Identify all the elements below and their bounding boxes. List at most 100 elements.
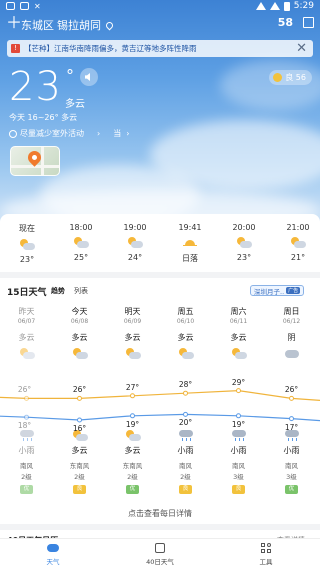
wind-level: 2级 [21, 473, 32, 481]
tab-weather[interactable]: 天气 [23, 542, 83, 566]
hourly-time: 21:00 [286, 223, 310, 232]
forecast-night[interactable]: 小雨 南风 2级良 [159, 430, 212, 494]
day-name: 周日 [283, 307, 300, 316]
aqi-badge: 良 [232, 485, 245, 494]
day-date: 06/12 [282, 318, 301, 325]
forecast-day[interactable]: 周六 06/11 多云 [212, 306, 265, 360]
day-name: 明天 [124, 307, 141, 316]
forecast-night[interactable]: 小雨南风 2级优 [0, 430, 53, 494]
alert-banner[interactable]: ! 【芒种】江南华南降雨偏多，黄吉辽等地多阵性降雨 ✕ [7, 40, 313, 57]
low-temp-line-point [130, 413, 135, 419]
tab-list[interactable]: 列表 [74, 286, 88, 296]
low-temp-line-point [183, 411, 188, 417]
day-name: 周六 [230, 307, 247, 316]
chevron-right-icon: › [126, 129, 130, 138]
day-condition: 多云 [18, 333, 35, 342]
wind-level: 2级 [74, 473, 85, 481]
forecast-night[interactable]: 多云 东南风 2级优 [106, 430, 159, 494]
high-temp-label: 27° [125, 382, 140, 392]
forecast-day[interactable]: 周五 06/10 多云 [159, 306, 212, 360]
forecast-night[interactable]: 多云 东南风 2级良 [53, 430, 106, 494]
high-temp-label: 26° [72, 385, 87, 395]
high-temp-line-point [183, 390, 188, 396]
day-name: 昨天 [18, 307, 35, 316]
location-pin-icon [104, 20, 115, 30]
current-temperature: 23 [9, 64, 62, 110]
alert-icon: ! [11, 44, 20, 53]
day-condition: 多云 [230, 333, 247, 342]
speaker-icon[interactable] [80, 68, 98, 86]
daily-detail-link[interactable]: 点击查看每日详情 [0, 508, 320, 519]
sunset-icon [182, 237, 198, 249]
location[interactable]: 东城区 锡拉胡同 [21, 17, 115, 33]
close-notification-icon: ✕ [34, 2, 41, 11]
share-icon[interactable] [303, 17, 314, 28]
close-icon[interactable]: ✕ [296, 41, 307, 56]
hourly-item: 21:00 21° [278, 223, 318, 262]
day-date: 06/09 [123, 318, 142, 325]
ad-badge[interactable]: 深圳月子.. 广告 [250, 285, 305, 296]
low-temp-label: 17° [284, 422, 299, 432]
rain-icon [19, 430, 35, 442]
hourly-item: 现在 23° [7, 223, 47, 264]
aqi-badge: 优 [285, 485, 298, 494]
forecast-day[interactable]: 周日 06/12 阴 [265, 306, 318, 360]
aqi-pill[interactable]: 良 56 [269, 70, 312, 85]
weather-icon [47, 542, 59, 554]
aqi-badge: 良 [73, 485, 86, 494]
high-temp-line-point [77, 395, 82, 401]
add-city-button[interactable]: ＋ [6, 13, 22, 33]
street: 锡拉胡同 [57, 19, 101, 32]
top-bar: ＋ 东城区 锡拉胡同 58 [0, 13, 320, 35]
status-time: 5:29 [293, 1, 314, 11]
tab-grid[interactable]: 工具 [236, 542, 296, 566]
high-temp-line-point [130, 393, 135, 399]
current-condition: 多云 [65, 99, 85, 110]
hourly-item: 18:00 25° [61, 223, 101, 262]
partly-cloudy-icon [19, 239, 35, 251]
tip[interactable]: 尽量减少室外活动 › 当 › [9, 128, 129, 139]
high-temp-line-point [236, 388, 241, 394]
low-temp-label: 20° [178, 418, 193, 428]
day-date: 06/08 [70, 318, 89, 325]
tab-calendar[interactable]: 40日天气 [130, 542, 190, 566]
hourly-item: 19:00 24° [115, 223, 155, 262]
notification-icon [6, 2, 15, 10]
hourly-forecast[interactable]: 现在 23° 18:00 25° 19:00 24° 19:41 日落 20:00 23° 21:0… [0, 214, 320, 270]
district: 东城区 [21, 19, 54, 32]
forecast-night[interactable]: 小雨 南风 3级良 [212, 430, 265, 494]
high-temp-line [0, 389, 320, 401]
hourly-item: 19:41 日落 [170, 223, 210, 264]
partly-cloudy-icon [127, 237, 143, 249]
tab-label: 工具 [259, 558, 273, 566]
rain-icon [178, 430, 194, 442]
aqi-badge: 优 [20, 485, 33, 494]
hourly-value: 24° [127, 253, 143, 262]
forecast-day[interactable]: 明天 06/09 多云 [106, 306, 159, 360]
high-temp-line-point [289, 395, 294, 401]
tip-extra: 当 [113, 129, 122, 138]
map-thumbnail[interactable] [10, 146, 60, 176]
low-temp-line [0, 413, 320, 422]
aqi-number[interactable]: 58 [278, 16, 293, 29]
tip-icon [9, 129, 17, 138]
wind-direction: 南风 [20, 462, 33, 470]
forecast-day[interactable]: 昨天 06/07 多云 [0, 306, 53, 360]
tab-label: 天气 [46, 558, 60, 566]
forecast-day[interactable]: 今天 06/08 多云 [53, 306, 106, 360]
divider [0, 524, 320, 530]
night-condition: 小雨 [283, 446, 300, 455]
partly-cloudy-icon [73, 237, 89, 249]
low-temp-label: 19° [231, 419, 246, 429]
forecast-night[interactable]: 小雨 南风 3级优 [265, 430, 318, 494]
night-condition: 小雨 [18, 446, 35, 455]
day-condition: 阴 [287, 333, 296, 342]
rain-icon [231, 430, 247, 442]
forecast-title: 15日天气 [7, 288, 47, 298]
day-name: 周五 [177, 307, 194, 316]
today-range: 今天 16~26° 多云 [9, 113, 78, 122]
night-condition: 小雨 [177, 446, 194, 455]
tab-trend[interactable]: 趋势 [51, 286, 65, 296]
wind-level: 2级 [127, 473, 138, 481]
low-temp-label: 18° [17, 421, 32, 431]
